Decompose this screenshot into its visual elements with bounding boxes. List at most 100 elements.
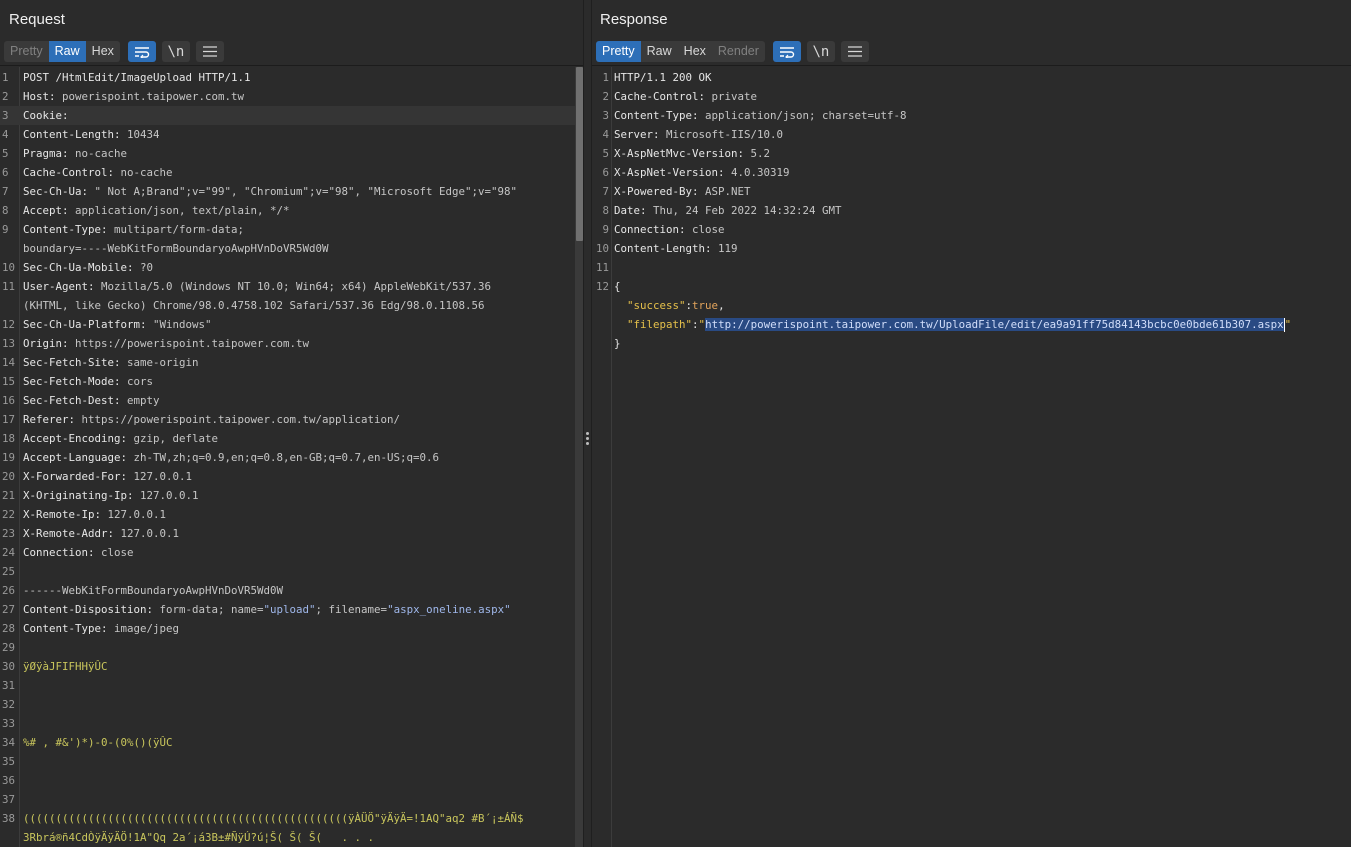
code-line[interactable]: 1 POST /HtmlEdit/ImageUpload HTTP/1.1: [0, 68, 575, 87]
response-tab-pretty[interactable]: Pretty: [596, 41, 641, 62]
header-name: Referer:: [23, 413, 82, 426]
request-tab-hex[interactable]: Hex: [85, 41, 120, 62]
show-newlines-icon[interactable]: \n: [806, 41, 835, 62]
code-line[interactable]: 20 X-Forwarded-For: 127.0.0.1: [0, 467, 575, 486]
response-code[interactable]: 1 HTTP/1.1 200 OK 2 Cache-Control: private 3…: [592, 68, 1351, 353]
code-line[interactable]: 22 X-Remote-Ip: 127.0.0.1: [0, 505, 575, 524]
wrap-lines-icon[interactable]: [772, 41, 801, 62]
response-editor[interactable]: 1 HTTP/1.1 200 OK 2 Cache-Control: private 3…: [592, 67, 1351, 847]
code-line[interactable]: 1 HTTP/1.1 200 OK: [592, 68, 1351, 87]
code-line[interactable]: 7 X-Powered-By: ASP.NET: [592, 182, 1351, 201]
request-scrollbar-thumb[interactable]: [576, 67, 583, 241]
line-number: 5: [602, 147, 609, 160]
header-value: zh-TW,zh;q=0.9,en;q=0.8,en-GB;q=0.7,en-U…: [133, 451, 440, 464]
code-line[interactable]: 36: [0, 771, 575, 790]
line-number: 15: [2, 375, 16, 388]
line-number: 22: [2, 508, 16, 521]
code-line[interactable]: 16 Sec-Fetch-Dest: empty: [0, 391, 575, 410]
code-line[interactable]: 13 Origin: https://powerispoint.taipower.…: [0, 334, 575, 353]
response-tab-hex[interactable]: Hex: [677, 41, 712, 62]
code-line[interactable]: 4 Server: Microsoft-IIS/10.0: [592, 125, 1351, 144]
code-line[interactable]: 8 Date: Thu, 24 Feb 2022 14:32:24 GMT: [592, 201, 1351, 220]
code-line[interactable]: 12 {: [592, 277, 1351, 296]
header-value: same-origin: [127, 356, 199, 369]
menu-icon[interactable]: [840, 41, 869, 62]
line-number: 1: [2, 71, 9, 84]
header-name: Connection:: [614, 223, 693, 236]
code-line[interactable]: 30 ÿØÿàJFIFHHÿÛC: [0, 657, 575, 676]
code-line[interactable]: "success":true,: [592, 296, 1351, 315]
splitter-grip-icon[interactable]: [586, 432, 589, 447]
header-value: Microsoft-IIS/10.0: [666, 128, 784, 141]
line-text: Sec-Ch-Ua-Platform: "Windows": [23, 315, 212, 334]
code-line[interactable]: 34 %# , #&')*)-0-(0%()(ÿÛC: [0, 733, 575, 752]
code-line[interactable]: (KHTML, like Gecko) Chrome/98.0.4758.102…: [0, 296, 575, 315]
selected-filepath: http://powerispoint.taipower.com.tw/Uplo…: [705, 318, 1284, 331]
code-line[interactable]: 18 Accept-Encoding: gzip, deflate: [0, 429, 575, 448]
code-line[interactable]: 23 X-Remote-Addr: 127.0.0.1: [0, 524, 575, 543]
code-line[interactable]: 6 Cache-Control: no-cache: [0, 163, 575, 182]
code-line[interactable]: "filepath":"http://powerispoint.taipower…: [592, 315, 1351, 334]
response-tab-render[interactable]: Render: [711, 41, 765, 62]
request-tab-raw[interactable]: Raw: [48, 41, 86, 62]
code-line[interactable]: 4 Content-Length: 10434: [0, 125, 575, 144]
menu-icon[interactable]: [195, 41, 224, 62]
code-line[interactable]: 6 X-AspNet-Version: 4.0.30319: [592, 163, 1351, 182]
code-line[interactable]: 33: [0, 714, 575, 733]
code-line[interactable]: 11: [592, 258, 1351, 277]
code-line[interactable]: 9 Content-Type: multipart/form-data;: [0, 220, 575, 239]
header-name: Accept-Language:: [23, 451, 134, 464]
line-text: Sec-Ch-Ua-Mobile: ?0: [23, 258, 153, 277]
line-number: 11: [595, 261, 609, 274]
code-line[interactable]: }: [592, 334, 1351, 353]
header-value: boundary=----WebKitFormBoundaryoAwpHVnDo…: [23, 242, 329, 255]
code-line[interactable]: 27 Content-Disposition: form-data; name="…: [0, 600, 575, 619]
request-code[interactable]: 1 POST /HtmlEdit/ImageUpload HTTP/1.1 2 Hos…: [0, 68, 575, 847]
code-line[interactable]: 38 ((((((((((((((((((((((((((((((((((((((…: [0, 809, 575, 828]
wrap-lines-icon[interactable]: [127, 41, 156, 62]
code-line[interactable]: 25: [0, 562, 575, 581]
code-line[interactable]: 8 Accept: application/json, text/plain, *…: [0, 201, 575, 220]
code-line[interactable]: 32: [0, 695, 575, 714]
header-value: 127.0.0.1: [120, 527, 180, 540]
code-line[interactable]: 3 Cookie:: [0, 106, 575, 125]
line-number: 6: [602, 166, 609, 179]
code-line[interactable]: 10 Content-Length: 119: [592, 239, 1351, 258]
code-line[interactable]: 10 Sec-Ch-Ua-Mobile: ?0: [0, 258, 575, 277]
code-line[interactable]: 37: [0, 790, 575, 809]
code-line[interactable]: 12 Sec-Ch-Ua-Platform: "Windows": [0, 315, 575, 334]
show-newlines-icon[interactable]: \n: [161, 41, 190, 62]
code-line[interactable]: 28 Content-Type: image/jpeg: [0, 619, 575, 638]
response-tab-raw[interactable]: Raw: [640, 41, 678, 62]
code-line[interactable]: 5 X-AspNetMvc-Version: 5.2: [592, 144, 1351, 163]
code-line[interactable]: 35: [0, 752, 575, 771]
code-line[interactable]: 21 X-Originating-Ip: 127.0.0.1: [0, 486, 575, 505]
header-name: Sec-Ch-Ua-Mobile:: [23, 261, 141, 274]
code-line[interactable]: 17 Referer: https://powerispoint.taipower…: [0, 410, 575, 429]
code-line[interactable]: 31: [0, 676, 575, 695]
code-line[interactable]: 2 Host: powerispoint.taipower.com.tw: [0, 87, 575, 106]
code-line[interactable]: 24 Connection: close: [0, 543, 575, 562]
line-text: (KHTML, like Gecko) Chrome/98.0.4758.102…: [23, 296, 485, 315]
request-scrollbar[interactable]: [575, 67, 583, 847]
header-value: cors: [127, 375, 154, 388]
code-line[interactable]: 2 Cache-Control: private: [592, 87, 1351, 106]
line-number: 17: [2, 413, 16, 426]
request-tab-pretty[interactable]: Pretty: [4, 41, 49, 62]
pane-splitter[interactable]: [583, 0, 592, 847]
code-line[interactable]: 14 Sec-Fetch-Site: same-origin: [0, 353, 575, 372]
code-line[interactable]: 3 Content-Type: application/json; charset…: [592, 106, 1351, 125]
code-line[interactable]: 11 User-Agent: Mozilla/5.0 (Windows NT 10…: [0, 277, 575, 296]
line-number: 7: [602, 185, 609, 198]
code-line[interactable]: 9 Connection: close: [592, 220, 1351, 239]
code-line[interactable]: 5 Pragma: no-cache: [0, 144, 575, 163]
code-line[interactable]: 15 Sec-Fetch-Mode: cors: [0, 372, 575, 391]
code-line[interactable]: 3Rbrá®ñ4CdÒÿÄÿÄÖ!1A"Qq 2a´¡á3B±#ÑÿÚ?ú¦Š(…: [0, 828, 575, 847]
code-line[interactable]: 19 Accept-Language: zh-TW,zh;q=0.9,en;q=0…: [0, 448, 575, 467]
request-editor[interactable]: 1 POST /HtmlEdit/ImageUpload HTTP/1.1 2 Hos…: [0, 67, 583, 847]
line-text: Cache-Control: no-cache: [23, 163, 173, 182]
code-line[interactable]: boundary=----WebKitFormBoundaryoAwpHVnDo…: [0, 239, 575, 258]
code-line[interactable]: 29: [0, 638, 575, 657]
code-line[interactable]: 26 ------WebKitFormBoundaryoAwpHVnDoVR5Wd…: [0, 581, 575, 600]
code-line[interactable]: 7 Sec-Ch-Ua: " Not A;Brand";v="99", "Chro…: [0, 182, 575, 201]
